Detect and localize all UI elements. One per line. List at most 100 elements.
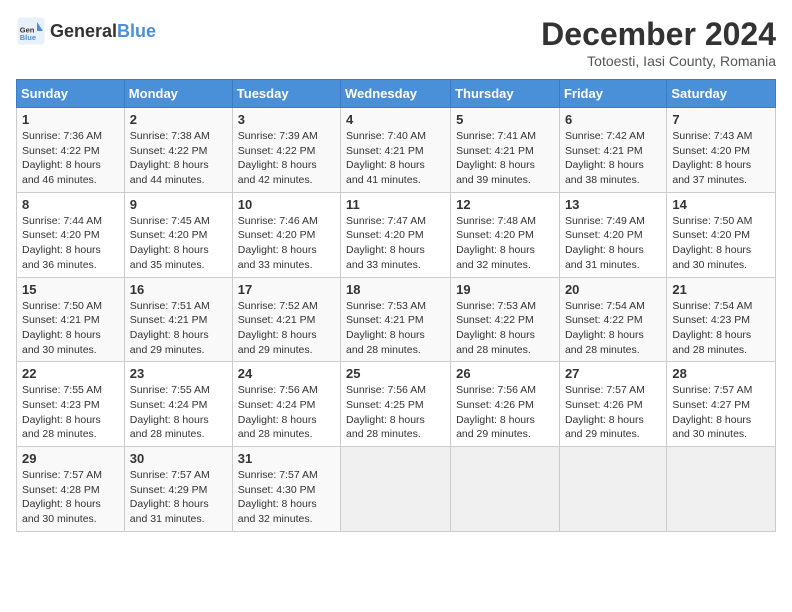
calendar-header-row: SundayMondayTuesdayWednesdayThursdayFrid… [17,80,776,108]
day-info: Sunrise: 7:42 AM Sunset: 4:21 PM Dayligh… [565,129,661,188]
header-monday: Monday [124,80,232,108]
calendar-cell: 3 Sunrise: 7:39 AM Sunset: 4:22 PM Dayli… [232,108,340,193]
calendar-cell: 12 Sunrise: 7:48 AM Sunset: 4:20 PM Dayl… [451,192,560,277]
day-number: 29 [22,451,119,466]
day-info: Sunrise: 7:54 AM Sunset: 4:22 PM Dayligh… [565,299,661,358]
calendar-cell: 29 Sunrise: 7:57 AM Sunset: 4:28 PM Dayl… [17,447,125,532]
day-info: Sunrise: 7:54 AM Sunset: 4:23 PM Dayligh… [672,299,770,358]
day-info: Sunrise: 7:56 AM Sunset: 4:24 PM Dayligh… [238,383,335,442]
logo-icon: Gen Blue [16,16,46,46]
day-info: Sunrise: 7:57 AM Sunset: 4:28 PM Dayligh… [22,468,119,527]
day-number: 25 [346,366,445,381]
day-number: 2 [130,112,227,127]
calendar-cell: 23 Sunrise: 7:55 AM Sunset: 4:24 PM Dayl… [124,362,232,447]
calendar-cell [341,447,451,532]
calendar-cell: 24 Sunrise: 7:56 AM Sunset: 4:24 PM Dayl… [232,362,340,447]
calendar-cell: 6 Sunrise: 7:42 AM Sunset: 4:21 PM Dayli… [559,108,666,193]
calendar-cell: 18 Sunrise: 7:53 AM Sunset: 4:21 PM Dayl… [341,277,451,362]
calendar-cell: 20 Sunrise: 7:54 AM Sunset: 4:22 PM Dayl… [559,277,666,362]
calendar-cell [667,447,776,532]
day-info: Sunrise: 7:55 AM Sunset: 4:24 PM Dayligh… [130,383,227,442]
week-row-1: 8 Sunrise: 7:44 AM Sunset: 4:20 PM Dayli… [17,192,776,277]
calendar-table: SundayMondayTuesdayWednesdayThursdayFrid… [16,79,776,532]
day-info: Sunrise: 7:51 AM Sunset: 4:21 PM Dayligh… [130,299,227,358]
day-number: 28 [672,366,770,381]
day-number: 18 [346,282,445,297]
logo-text: GeneralBlue [50,21,156,42]
logo: Gen Blue GeneralBlue [16,16,156,46]
header-friday: Friday [559,80,666,108]
day-number: 12 [456,197,554,212]
day-number: 9 [130,197,227,212]
svg-text:Blue: Blue [20,33,36,42]
calendar-cell: 10 Sunrise: 7:46 AM Sunset: 4:20 PM Dayl… [232,192,340,277]
day-info: Sunrise: 7:53 AM Sunset: 4:22 PM Dayligh… [456,299,554,358]
calendar-cell: 9 Sunrise: 7:45 AM Sunset: 4:20 PM Dayli… [124,192,232,277]
day-number: 16 [130,282,227,297]
calendar-cell: 19 Sunrise: 7:53 AM Sunset: 4:22 PM Dayl… [451,277,560,362]
day-number: 15 [22,282,119,297]
day-info: Sunrise: 7:57 AM Sunset: 4:29 PM Dayligh… [130,468,227,527]
day-number: 8 [22,197,119,212]
day-number: 6 [565,112,661,127]
calendar-cell: 4 Sunrise: 7:40 AM Sunset: 4:21 PM Dayli… [341,108,451,193]
day-info: Sunrise: 7:53 AM Sunset: 4:21 PM Dayligh… [346,299,445,358]
header-wednesday: Wednesday [341,80,451,108]
day-number: 1 [22,112,119,127]
calendar-cell: 2 Sunrise: 7:38 AM Sunset: 4:22 PM Dayli… [124,108,232,193]
day-info: Sunrise: 7:48 AM Sunset: 4:20 PM Dayligh… [456,214,554,273]
week-row-2: 15 Sunrise: 7:50 AM Sunset: 4:21 PM Dayl… [17,277,776,362]
calendar-cell [451,447,560,532]
day-info: Sunrise: 7:56 AM Sunset: 4:26 PM Dayligh… [456,383,554,442]
day-info: Sunrise: 7:47 AM Sunset: 4:20 PM Dayligh… [346,214,445,273]
day-info: Sunrise: 7:55 AM Sunset: 4:23 PM Dayligh… [22,383,119,442]
logo-general: General [50,21,117,41]
header-tuesday: Tuesday [232,80,340,108]
calendar-cell: 31 Sunrise: 7:57 AM Sunset: 4:30 PM Dayl… [232,447,340,532]
calendar-cell: 21 Sunrise: 7:54 AM Sunset: 4:23 PM Dayl… [667,277,776,362]
calendar-cell: 7 Sunrise: 7:43 AM Sunset: 4:20 PM Dayli… [667,108,776,193]
day-info: Sunrise: 7:57 AM Sunset: 4:26 PM Dayligh… [565,383,661,442]
day-info: Sunrise: 7:57 AM Sunset: 4:30 PM Dayligh… [238,468,335,527]
header: Gen Blue GeneralBlue December 2024 Totoe… [16,16,776,69]
day-number: 30 [130,451,227,466]
day-number: 4 [346,112,445,127]
day-number: 27 [565,366,661,381]
day-number: 21 [672,282,770,297]
day-info: Sunrise: 7:38 AM Sunset: 4:22 PM Dayligh… [130,129,227,188]
title-area: December 2024 Totoesti, Iasi County, Rom… [541,16,776,69]
day-number: 13 [565,197,661,212]
day-number: 14 [672,197,770,212]
day-number: 26 [456,366,554,381]
calendar-cell: 14 Sunrise: 7:50 AM Sunset: 4:20 PM Dayl… [667,192,776,277]
day-info: Sunrise: 7:45 AM Sunset: 4:20 PM Dayligh… [130,214,227,273]
calendar-cell: 1 Sunrise: 7:36 AM Sunset: 4:22 PM Dayli… [17,108,125,193]
day-number: 5 [456,112,554,127]
logo-blue: Blue [117,21,156,41]
calendar-cell [559,447,666,532]
day-number: 24 [238,366,335,381]
calendar-cell: 25 Sunrise: 7:56 AM Sunset: 4:25 PM Dayl… [341,362,451,447]
calendar-cell: 17 Sunrise: 7:52 AM Sunset: 4:21 PM Dayl… [232,277,340,362]
calendar-cell: 5 Sunrise: 7:41 AM Sunset: 4:21 PM Dayli… [451,108,560,193]
day-info: Sunrise: 7:44 AM Sunset: 4:20 PM Dayligh… [22,214,119,273]
week-row-0: 1 Sunrise: 7:36 AM Sunset: 4:22 PM Dayli… [17,108,776,193]
calendar-cell: 8 Sunrise: 7:44 AM Sunset: 4:20 PM Dayli… [17,192,125,277]
calendar-cell: 27 Sunrise: 7:57 AM Sunset: 4:26 PM Dayl… [559,362,666,447]
calendar-cell: 22 Sunrise: 7:55 AM Sunset: 4:23 PM Dayl… [17,362,125,447]
day-info: Sunrise: 7:50 AM Sunset: 4:21 PM Dayligh… [22,299,119,358]
week-row-4: 29 Sunrise: 7:57 AM Sunset: 4:28 PM Dayl… [17,447,776,532]
day-info: Sunrise: 7:40 AM Sunset: 4:21 PM Dayligh… [346,129,445,188]
calendar-cell: 28 Sunrise: 7:57 AM Sunset: 4:27 PM Dayl… [667,362,776,447]
calendar-cell: 26 Sunrise: 7:56 AM Sunset: 4:26 PM Dayl… [451,362,560,447]
day-info: Sunrise: 7:39 AM Sunset: 4:22 PM Dayligh… [238,129,335,188]
week-row-3: 22 Sunrise: 7:55 AM Sunset: 4:23 PM Dayl… [17,362,776,447]
header-sunday: Sunday [17,80,125,108]
header-saturday: Saturday [667,80,776,108]
day-info: Sunrise: 7:50 AM Sunset: 4:20 PM Dayligh… [672,214,770,273]
day-number: 20 [565,282,661,297]
day-number: 23 [130,366,227,381]
day-info: Sunrise: 7:36 AM Sunset: 4:22 PM Dayligh… [22,129,119,188]
location-title: Totoesti, Iasi County, Romania [541,53,776,69]
day-number: 3 [238,112,335,127]
